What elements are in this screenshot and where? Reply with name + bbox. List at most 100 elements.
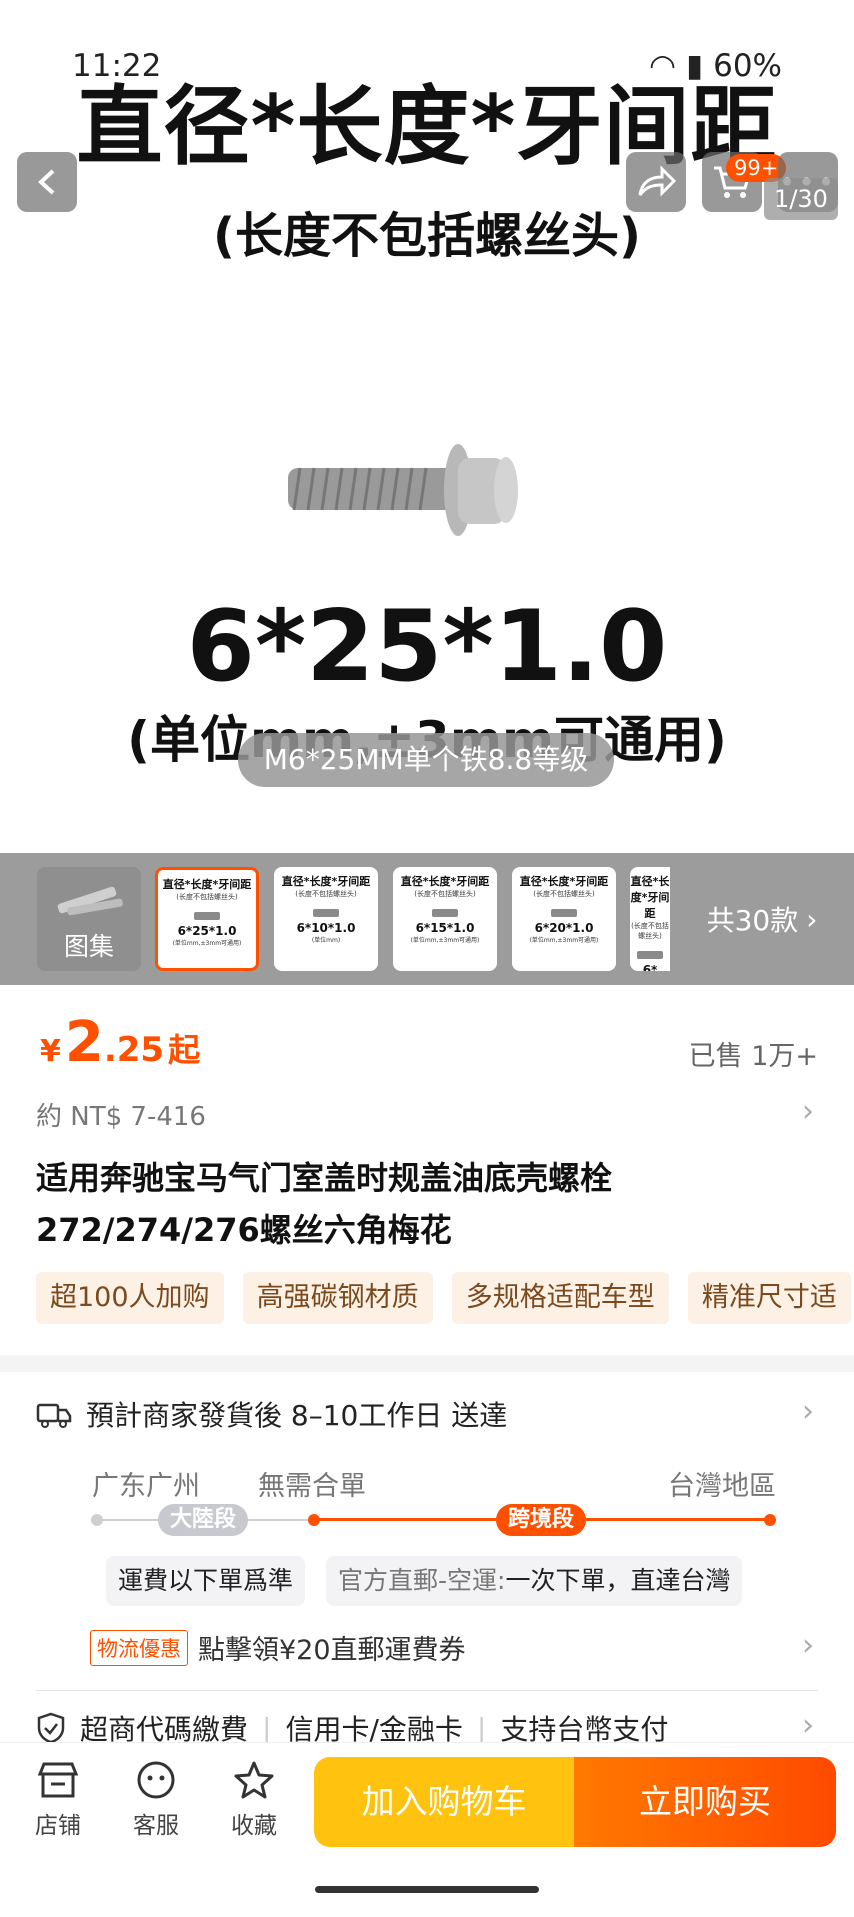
status-time: 11:22	[72, 48, 162, 84]
battery-icon: ▮	[686, 48, 704, 84]
direct-mail-note: 官方直郵-空運:一次下單，直達台灣	[326, 1556, 743, 1606]
product-tags: 超100人加购 高强碳钢材质 多规格适配车型 精准尺寸适	[36, 1272, 854, 1324]
add-to-cart-button[interactable]: 加入购物车	[314, 1757, 574, 1847]
thumb-sub: (长度不包括螺丝头)	[533, 890, 595, 898]
thumb-sub: (长度不包括螺丝头)	[295, 890, 357, 898]
thumb-title: 直径*长度*牙间距	[400, 875, 490, 888]
favorite-label: 收藏	[231, 1813, 277, 1839]
approx-price[interactable]: 約 NT$ 7-416	[36, 1096, 206, 1133]
promo-text: 點擊領¥20直郵運費券	[198, 1635, 466, 1666]
sku-thumb[interactable]: 直径*长度*牙间距 (长度不包括螺丝头) 6*10*1.0 (单位mm)	[274, 867, 378, 971]
all-variants-button[interactable]: 共30款 ›	[670, 853, 854, 985]
share-button[interactable]	[626, 152, 686, 212]
delivery-estimate-row[interactable]: 預計商家發貨後 8–10工作日 送達	[36, 1394, 507, 1434]
thumb-unit: (单位mm,±3mm可通用)	[410, 937, 480, 944]
thumb-value: 6*20*1.0	[534, 921, 594, 935]
price-suffix: 起	[168, 1031, 201, 1069]
thumb-value: 6*25*1.0	[177, 924, 237, 938]
thumb-unit: (单位mm,±3mm可通用)	[172, 940, 242, 947]
segment-mainland: 大陸段	[158, 1504, 249, 1536]
route-dot	[308, 1514, 320, 1526]
store-button[interactable]: 店铺	[18, 1760, 98, 1840]
route-dot	[91, 1514, 103, 1526]
service-label: 客服	[133, 1813, 179, 1839]
product-hero-image[interactable]: 直径*长度*牙间距 (长度不包括螺丝头) 6*25*1.0 (单位mm,±3mm…	[0, 0, 854, 853]
chevron-right-icon[interactable]: ›	[802, 1094, 814, 1129]
gallery-label: 图集	[63, 932, 114, 961]
sku-thumb[interactable]: 直径*长度*牙间距 (长度不包括螺丝头) 6*	[630, 867, 670, 971]
promo-tag: 物流優惠	[90, 1629, 188, 1666]
thumb-unit: (单位mm)	[311, 937, 341, 944]
sku-thumb[interactable]: 直径*长度*牙间距 (长度不包括螺丝头) 6*25*1.0 (单位mm,±3mm…	[155, 867, 259, 971]
product-title-line1: 适用奔驰宝马气门室盖时规盖油底壳螺栓	[36, 1159, 613, 1197]
store-label: 店铺	[35, 1813, 81, 1839]
direct-mail-label: 官方直郵-空運:	[338, 1566, 506, 1595]
price: ¥ 2 .25 起	[40, 1010, 200, 1075]
thumb-title: 直径*长度*牙间距	[281, 875, 371, 888]
status-right: ◠ ▮ 60%	[649, 48, 782, 84]
direct-mail-text: 一次下單，直達台灣	[505, 1566, 731, 1595]
sold-count: 已售 1万+	[688, 1041, 818, 1072]
price-decimal: .25	[103, 1030, 165, 1070]
thumb-sub: (长度不包括螺丝头)	[414, 890, 476, 898]
product-title-line2: 272/274/276螺丝六角梅花	[36, 1211, 452, 1249]
chevron-right-icon[interactable]: ›	[802, 1394, 814, 1429]
bolt-thumb-icon	[57, 886, 123, 916]
sku-thumb[interactable]: 直径*长度*牙间距 (长度不包括螺丝头) 6*15*1.0 (单位mm,±3mm…	[393, 867, 497, 971]
image-counter: 1/30	[764, 178, 838, 220]
service-button[interactable]: 客服	[116, 1760, 196, 1840]
thumb-title: 直径*长度*牙间距	[162, 878, 252, 891]
currency-symbol: ¥	[40, 1034, 61, 1069]
product-tag: 精准尺寸适	[687, 1272, 851, 1324]
product-tag: 高强碳钢材质	[242, 1272, 433, 1324]
thumb-title: 直径*长度*牙间距	[630, 875, 670, 920]
separator: |	[476, 1711, 487, 1745]
route-origin: 广东广州	[92, 1471, 200, 1502]
thumb-bolt	[194, 912, 220, 920]
share-icon	[638, 165, 676, 197]
segment-cross: 跨境段	[496, 1504, 587, 1536]
truck-icon	[36, 1403, 72, 1428]
thumb-sub: (长度不包括螺丝头)	[176, 893, 238, 901]
product-page: 直径*长度*牙间距 (长度不包括螺丝头) 6*25*1.0 (单位mm,±3mm…	[0, 0, 854, 1917]
chevron-right-icon[interactable]: ›	[802, 1628, 814, 1663]
gallery-thumb[interactable]: 图集	[37, 867, 141, 971]
route-destination: 台灣地區	[668, 1471, 776, 1502]
thumb-value: 6*10*1.0	[296, 921, 356, 935]
product-tag: 超100人加购	[36, 1272, 224, 1324]
favorite-button[interactable]: 收藏	[214, 1760, 294, 1840]
hero-size: 6*25*1.0	[186, 590, 668, 704]
wifi-icon: ◠	[648, 48, 677, 84]
thumb-value: 6*15*1.0	[415, 921, 475, 935]
all-variants-label: 共30款	[706, 904, 799, 937]
divider	[36, 1690, 818, 1691]
thumb-value: 6*	[642, 963, 658, 971]
thumb-title: 直径*长度*牙间距	[519, 875, 609, 888]
chevron-right-icon: ›	[806, 902, 818, 936]
route-consolidation: 無需合單	[258, 1471, 366, 1502]
buy-now-button[interactable]: 立即购买	[574, 1757, 836, 1847]
back-button[interactable]	[17, 152, 77, 212]
shipping-fee-note: 運費以下單爲準	[106, 1556, 306, 1606]
delivery-estimate: 預計商家發貨後 8–10工作日 送達	[86, 1399, 508, 1432]
sku-thumb[interactable]: 直径*长度*牙间距 (长度不包括螺丝头) 6*20*1.0 (单位mm,±3mm…	[512, 867, 616, 971]
chevron-right-icon[interactable]: ›	[802, 1708, 814, 1743]
battery-level: 60%	[713, 48, 782, 84]
shield-check-icon	[37, 1712, 65, 1744]
store-icon	[37, 1762, 79, 1798]
customer-service-icon	[137, 1761, 175, 1799]
thumb-bolt	[637, 951, 663, 959]
product-tag: 多规格适配车型	[451, 1272, 669, 1324]
product-title: 适用奔驰宝马气门室盖时规盖油底壳螺栓 272/274/276螺丝六角梅花	[36, 1152, 816, 1256]
thumb-bolt	[432, 909, 458, 917]
bolt-image	[288, 444, 518, 536]
chevron-left-icon	[38, 169, 55, 195]
thumb-sub: (长度不包括螺丝头)	[631, 922, 669, 940]
route-dot	[764, 1514, 776, 1526]
thumb-unit: (单位mm,±3mm可通用)	[529, 937, 599, 944]
separator: |	[262, 1711, 272, 1745]
star-icon	[234, 1761, 274, 1799]
thumb-bolt	[551, 909, 577, 917]
home-indicator[interactable]	[315, 1886, 539, 1893]
shipping-coupon-row[interactable]: 物流優惠 點擊領¥20直郵運費券	[90, 1628, 466, 1667]
